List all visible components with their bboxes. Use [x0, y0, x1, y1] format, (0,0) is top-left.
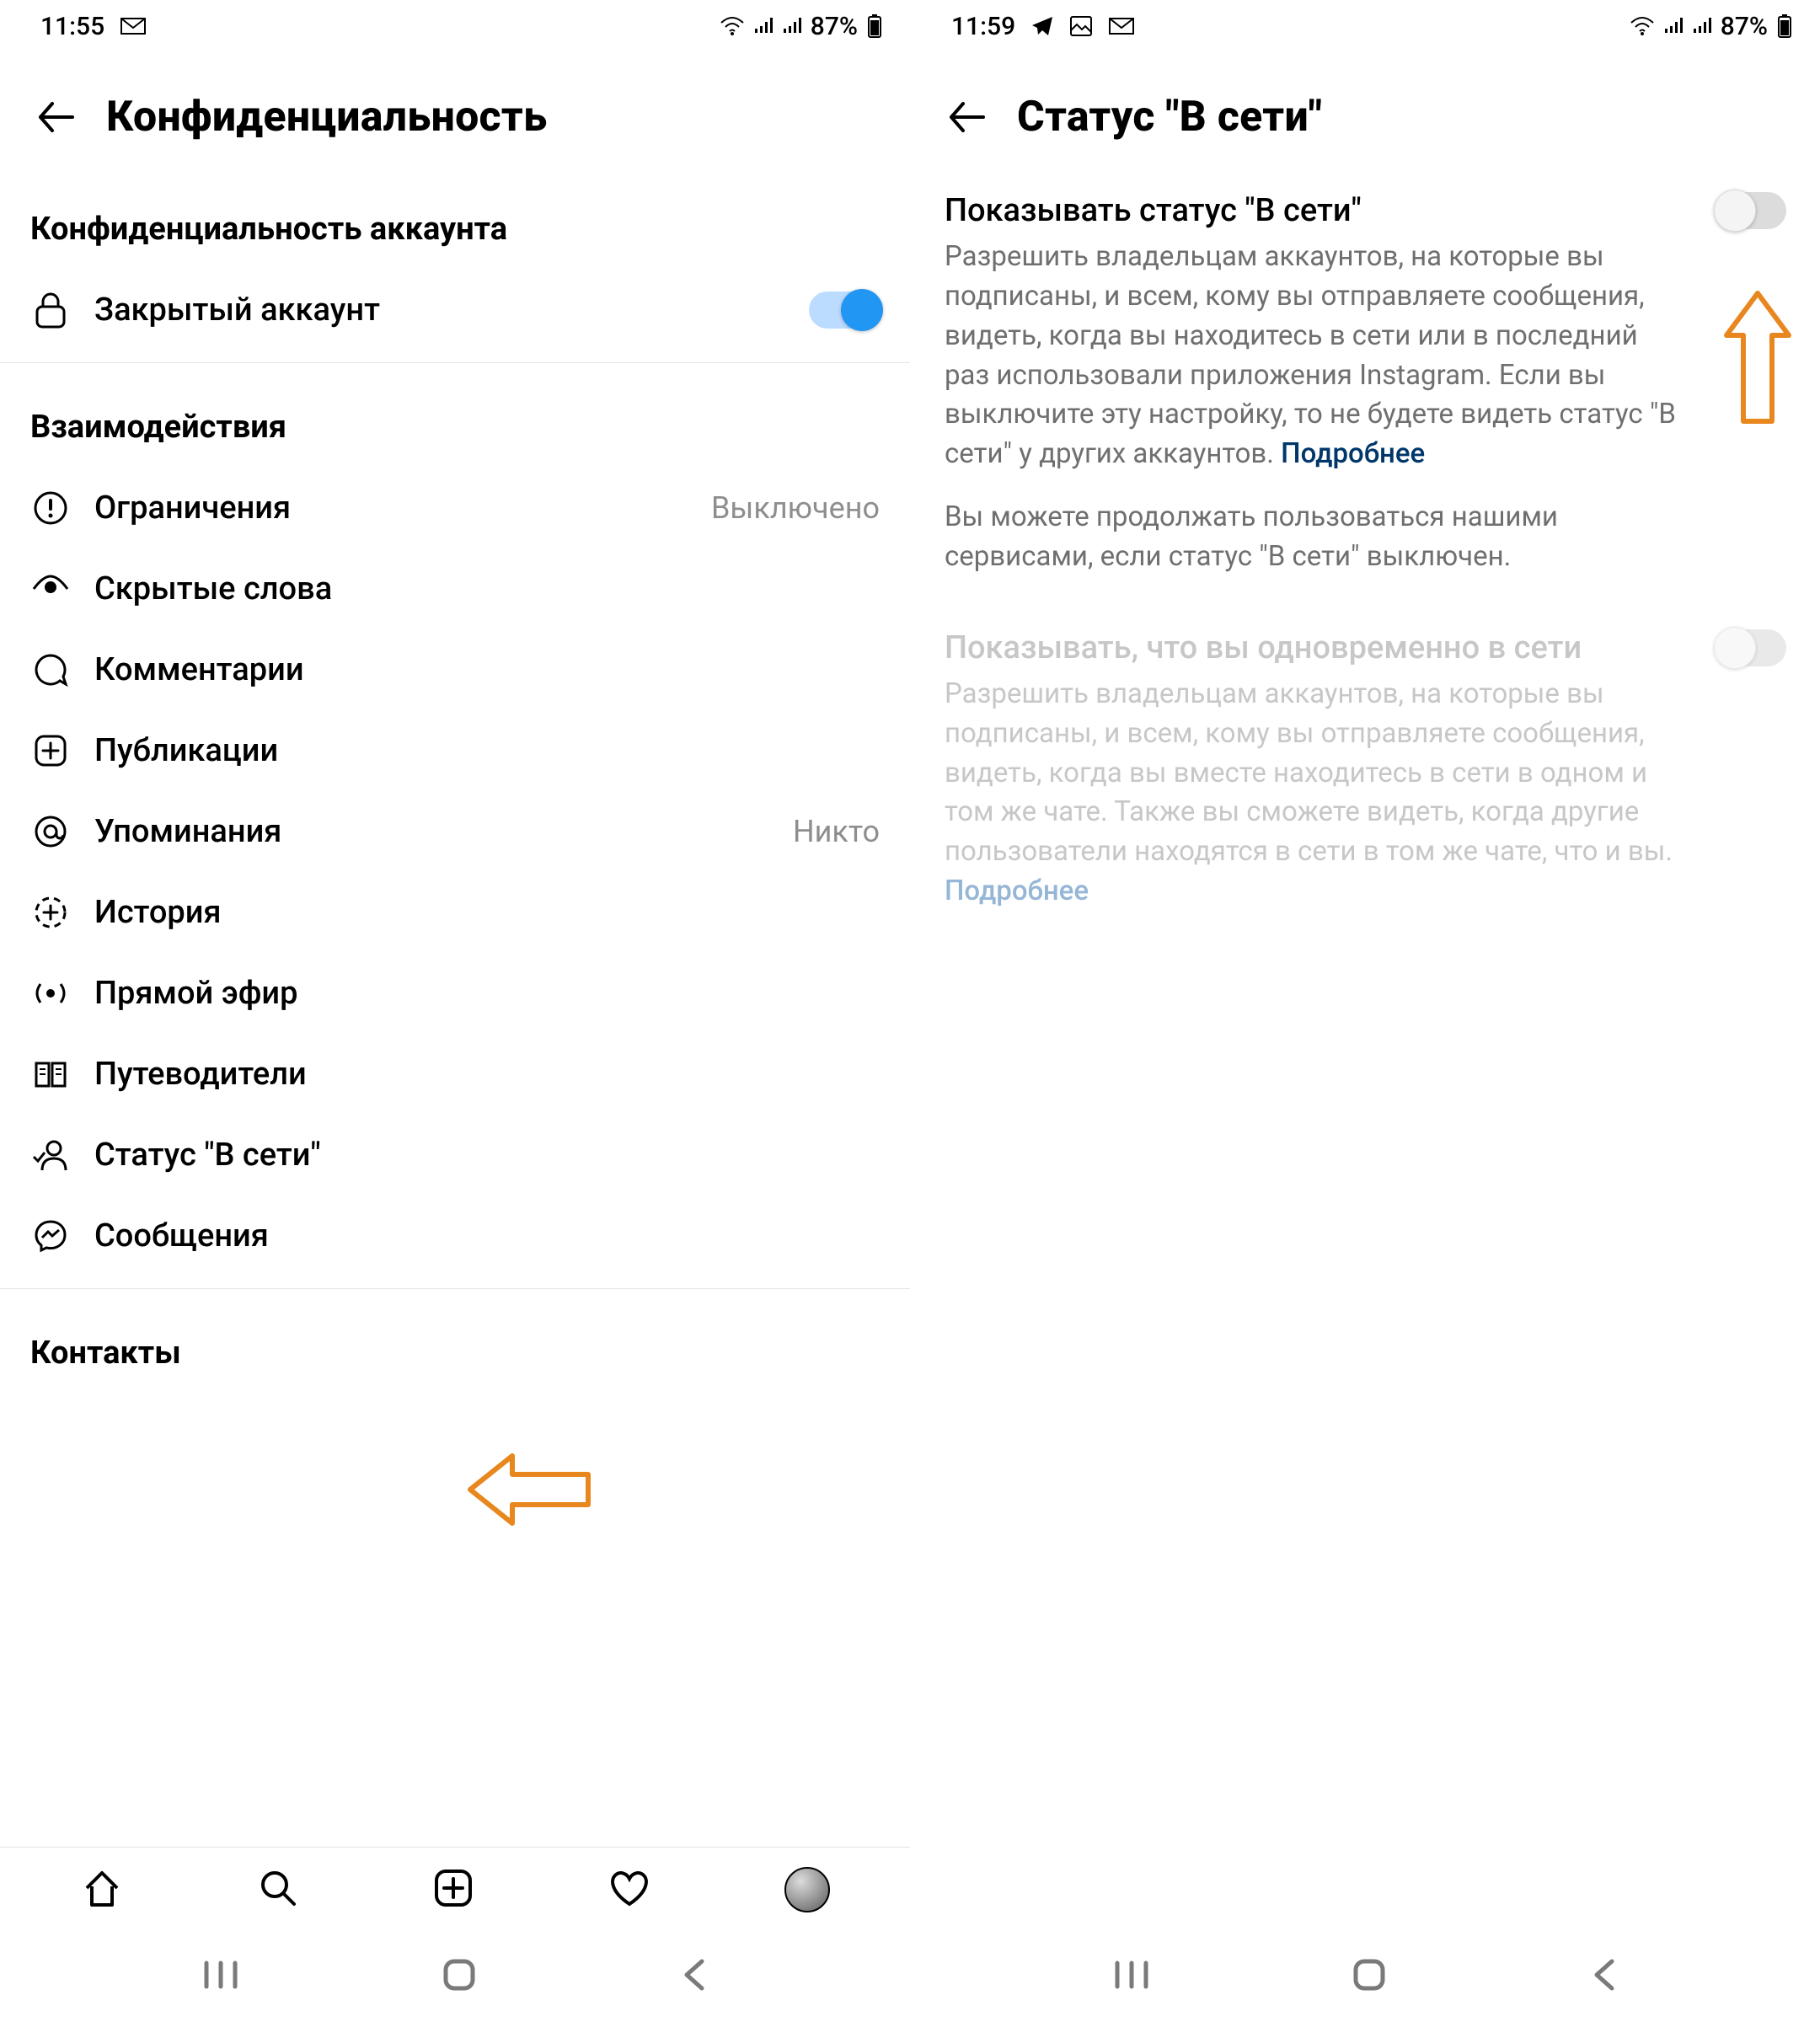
- restrictions-value: Выключено: [711, 490, 880, 526]
- nav-search-icon[interactable]: [256, 1866, 300, 1913]
- system-nav-bar: [0, 1931, 910, 2022]
- mentions-value: Никто: [793, 814, 880, 849]
- image-icon: [1069, 15, 1093, 37]
- sys-back-icon[interactable]: [678, 1956, 709, 1997]
- row-mentions[interactable]: Упоминания Никто: [0, 791, 910, 872]
- battery-icon: [866, 13, 883, 39]
- eye-hidden-icon: [30, 575, 71, 603]
- nav-activity-icon[interactable]: [607, 1867, 652, 1912]
- setting-show-activity-status: Показывать статус "В сети" Разрешить вла…: [911, 177, 1820, 584]
- status-bar: 11:55 87%: [0, 0, 910, 52]
- show-activity-desc2: Вы можете продолжать пользоваться нашими…: [945, 498, 1686, 577]
- back-icon[interactable]: [946, 96, 988, 138]
- status-bar: 11:59 87%: [911, 0, 1820, 52]
- sys-recents-icon[interactable]: [201, 1958, 240, 1995]
- app-nav-bar: [0, 1847, 910, 1931]
- row-posts[interactable]: Публикации: [0, 710, 910, 791]
- annotation-arrow-left: [462, 1447, 597, 1532]
- activity-status-screen: 11:59 87% Статус "В сети" Показывать ста…: [910, 0, 1820, 2022]
- privacy-screen: 11:55 87% Конфиденциальность Конфиденциа…: [0, 0, 910, 2022]
- wifi-icon: [720, 16, 745, 36]
- annotation-arrow-up: [1720, 286, 1796, 430]
- messenger-icon: [30, 1218, 71, 1254]
- clock: 11:59: [951, 12, 1015, 41]
- screen-header: Конфиденциальность: [0, 52, 910, 177]
- row-private-account[interactable]: Закрытый аккаунт: [0, 270, 910, 350]
- row-restrictions[interactable]: Ограничения Выключено: [0, 468, 910, 548]
- divider: [0, 1288, 910, 1289]
- battery-text: 87%: [811, 12, 858, 41]
- sys-recents-icon[interactable]: [1112, 1958, 1151, 1995]
- activity-status-icon: [30, 1138, 71, 1172]
- back-icon[interactable]: [35, 96, 78, 138]
- private-account-toggle[interactable]: [809, 292, 880, 329]
- at-icon: [30, 814, 71, 849]
- show-activity-toggle[interactable]: [1716, 192, 1786, 229]
- plus-square-icon: [30, 734, 71, 768]
- sys-home-icon[interactable]: [441, 1956, 478, 1997]
- battery-icon: [1776, 13, 1793, 39]
- live-icon: [30, 979, 71, 1008]
- page-title: Конфиденциальность: [106, 93, 547, 142]
- nav-create-icon[interactable]: [432, 1867, 474, 1912]
- telegram-icon: [1030, 15, 1054, 37]
- row-messages[interactable]: Сообщения: [0, 1196, 910, 1276]
- sys-home-icon[interactable]: [1351, 1956, 1388, 1997]
- row-activity-status[interactable]: Статус "В сети": [0, 1115, 910, 1196]
- gmail-icon: [120, 16, 147, 36]
- section-contacts-title: Контакты: [0, 1301, 910, 1393]
- system-nav-bar: [911, 1931, 1820, 2022]
- show-activity-desc: Разрешить владельцам аккаунтов, на котор…: [945, 238, 1686, 474]
- show-together-title: Показывать, что вы одновременно в сети: [945, 629, 1699, 666]
- signal-icon: [782, 16, 802, 36]
- row-comments[interactable]: Комментарии: [0, 629, 910, 710]
- comment-icon: [30, 652, 71, 687]
- show-activity-title: Показывать статус "В сети": [945, 192, 1699, 229]
- more-link: Подробнее: [945, 875, 1089, 907]
- page-title: Статус "В сети": [1017, 93, 1322, 142]
- clock: 11:55: [40, 12, 104, 41]
- private-account-label: Закрытый аккаунт: [94, 292, 785, 329]
- battery-text: 87%: [1721, 12, 1768, 41]
- signal-icon: [753, 16, 774, 36]
- sys-back-icon[interactable]: [1588, 1956, 1619, 1997]
- more-link[interactable]: Подробнее: [1281, 437, 1425, 470]
- row-live[interactable]: Прямой эфир: [0, 953, 910, 1034]
- nav-home-icon[interactable]: [80, 1866, 124, 1913]
- signal-icon: [1663, 16, 1684, 36]
- section-interactions-title: Взаимодействия: [0, 375, 910, 468]
- row-story[interactable]: История: [0, 872, 910, 953]
- nav-profile-avatar[interactable]: [784, 1867, 830, 1912]
- story-plus-icon: [30, 895, 71, 930]
- alert-circle-icon: [30, 490, 71, 526]
- show-together-desc: Разрешить владельцам аккаунтов, на котор…: [945, 675, 1686, 912]
- gmail-icon: [1108, 16, 1135, 36]
- wifi-icon: [1630, 16, 1655, 36]
- lock-icon: [30, 292, 71, 329]
- row-guides[interactable]: Путеводители: [0, 1034, 910, 1115]
- screen-header: Статус "В сети": [911, 52, 1820, 177]
- show-together-toggle: [1716, 629, 1786, 666]
- section-account-title: Конфиденциальность аккаунта: [0, 177, 910, 270]
- guides-icon: [30, 1058, 71, 1090]
- signal-icon: [1692, 16, 1712, 36]
- divider: [0, 362, 910, 363]
- setting-show-together: Показывать, что вы одновременно в сети Р…: [911, 614, 1820, 918]
- row-hidden-words[interactable]: Скрытые слова: [0, 548, 910, 629]
